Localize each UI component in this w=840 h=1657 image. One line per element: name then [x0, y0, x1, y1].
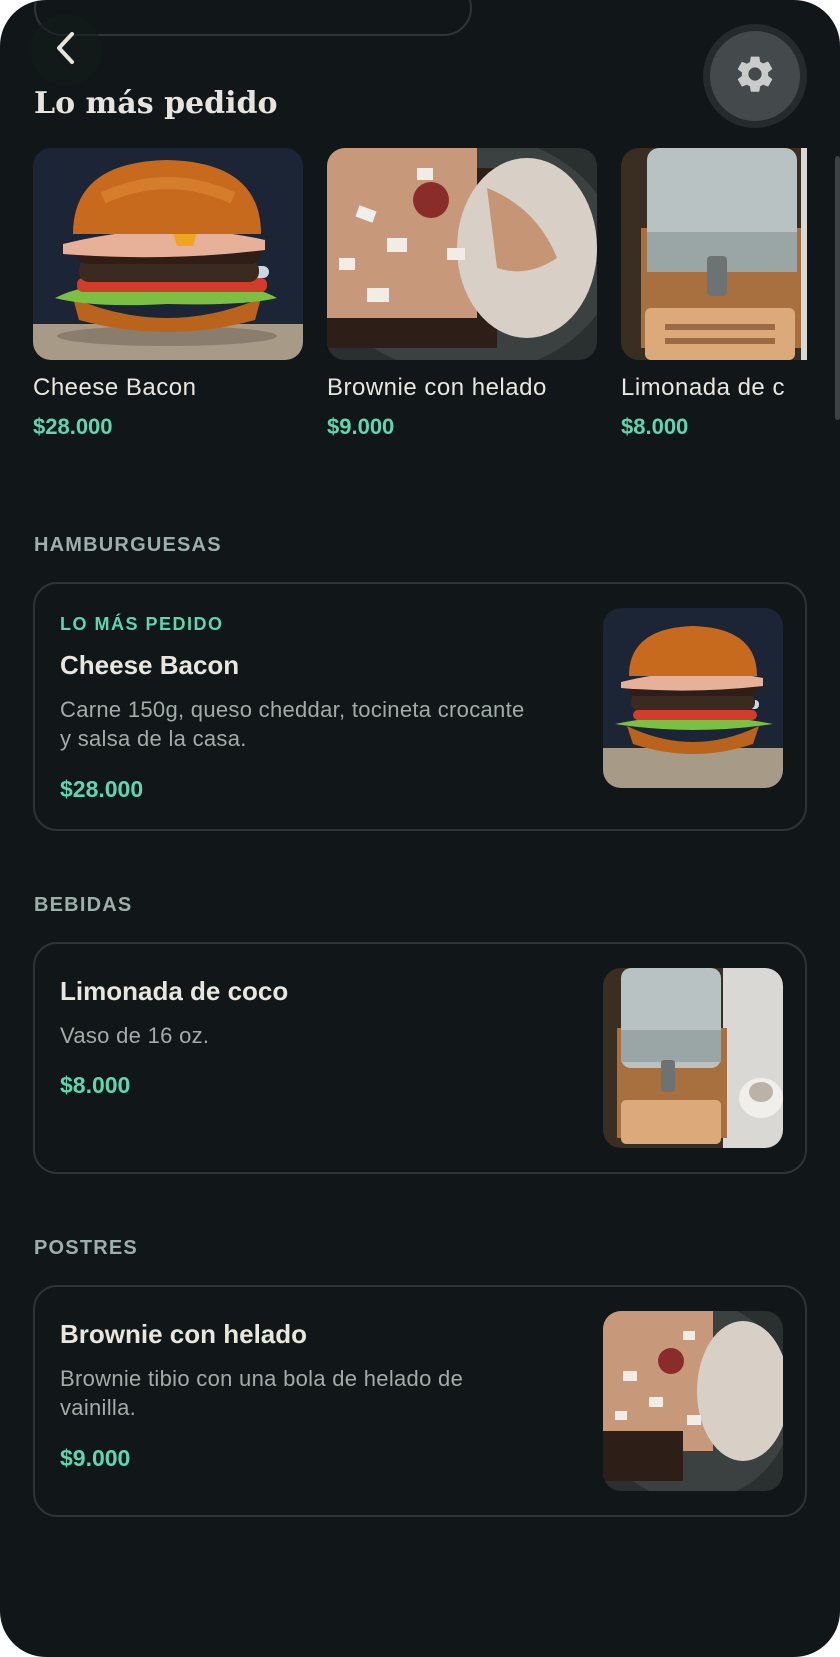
item-description: Brownie tibio con una bola de helado de …	[60, 1366, 464, 1420]
carousel-item-name: Limonada de c	[621, 374, 785, 401]
carousel-item-name: Brownie con helado	[327, 374, 547, 401]
category-label-postres: POSTRES	[34, 1237, 138, 1259]
category-label-hamburguesas: HAMBURGUESAS	[34, 534, 222, 556]
item-name: Limonada de coco	[60, 976, 289, 1006]
category-label-bebidas: BEBIDAS	[34, 894, 133, 916]
chevron-left-icon	[51, 28, 81, 73]
item-name: Brownie con helado	[60, 1319, 308, 1349]
lemonade-image	[621, 148, 807, 360]
section-title: Lo más pedido	[34, 86, 278, 121]
item-description: Vaso de 16 oz.	[60, 1023, 210, 1048]
lemonade-image	[603, 968, 783, 1148]
menu-item-card[interactable]: Limonada de coco Vaso de 16 oz. $8.000	[33, 942, 807, 1174]
search-bar[interactable]	[34, 0, 472, 36]
popular-badge: LO MÁS PEDIDO	[60, 614, 224, 634]
brownie-image	[603, 1311, 783, 1491]
item-price: $28.000	[60, 776, 144, 802]
top-items-carousel[interactable]: Cheese Bacon $28.000 Brownie con helado …	[33, 148, 807, 448]
item-name: Cheese Bacon	[60, 650, 240, 680]
carousel-item-price: $9.000	[327, 414, 395, 439]
item-description: Carne 150g, queso cheddar, tocineta croc…	[60, 697, 525, 751]
carousel-item-price: $28.000	[33, 414, 113, 439]
burger-image	[33, 148, 303, 360]
carousel-item-brownie[interactable]: Brownie con helado $9.000	[327, 148, 597, 440]
menu-item-card[interactable]: Brownie con helado Brownie tibio con una…	[33, 1285, 807, 1517]
item-price: $9.000	[60, 1445, 131, 1471]
menu-item-card[interactable]: LO MÁS PEDIDO Cheese Bacon Carne 150g, q…	[33, 582, 807, 831]
brownie-image	[327, 148, 597, 360]
carousel-item-limonada[interactable]: Limonada de c $8.000	[621, 148, 807, 440]
carousel-item-price: $8.000	[621, 414, 689, 439]
burger-image	[603, 608, 783, 788]
gear-icon	[733, 52, 777, 101]
scrollbar[interactable]	[835, 156, 840, 420]
menu-screen: Lo más pedido Cheese Bacon $28.000 Brown…	[0, 0, 840, 1657]
back-button[interactable]	[30, 14, 102, 86]
carousel-item-name: Cheese Bacon	[33, 374, 197, 401]
settings-button[interactable]	[703, 24, 807, 128]
item-price: $8.000	[60, 1072, 131, 1098]
carousel-item-cheese-bacon[interactable]: Cheese Bacon $28.000	[33, 148, 303, 440]
